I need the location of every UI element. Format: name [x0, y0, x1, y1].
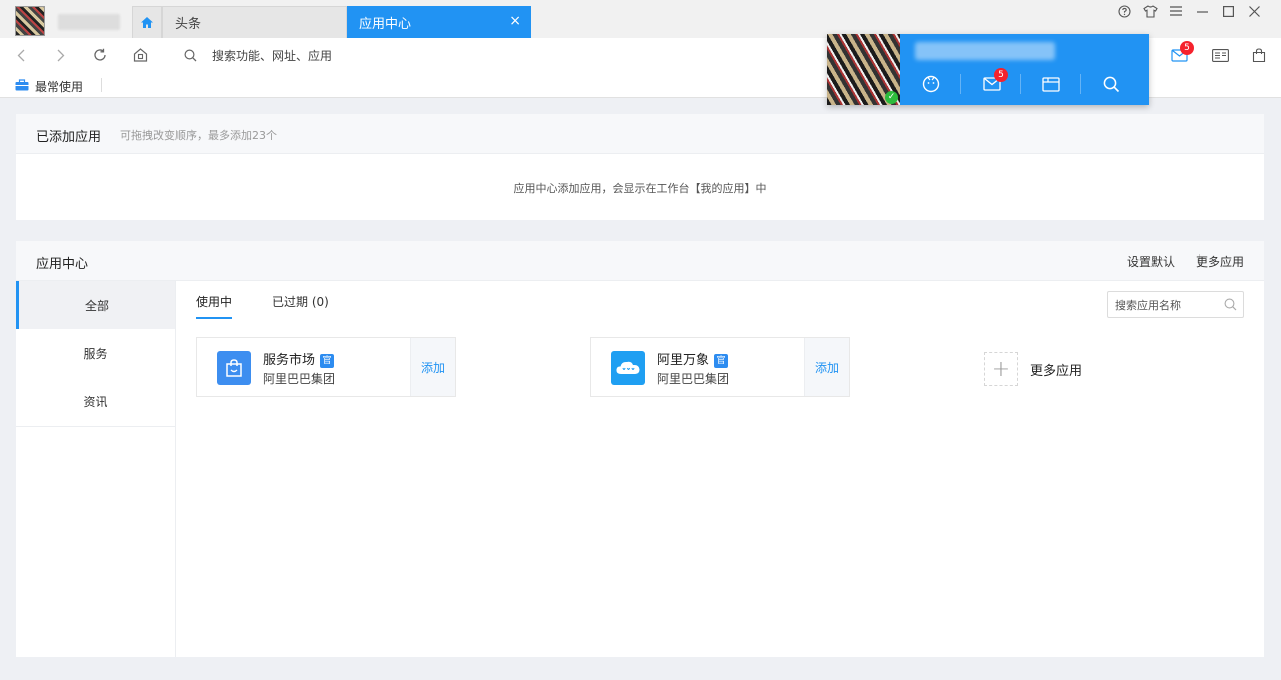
card-icon[interactable]: [1211, 46, 1231, 64]
title-bar: 头条 应用中心 ×: [0, 0, 1281, 38]
back-icon[interactable]: [12, 46, 30, 64]
mail-icon[interactable]: 5: [1170, 41, 1194, 64]
online-check-icon: ✓: [885, 91, 898, 104]
added-apps-title: 已添加应用: [36, 130, 102, 145]
official-badge: 官: [714, 354, 729, 368]
app-name-text: 服务市场: [263, 353, 316, 368]
app-card-ali-wanxiang[interactable]: 阿里万象官 阿里巴巴集团 添加: [590, 337, 850, 397]
app-center-title: 应用中心: [36, 257, 89, 272]
menu-icon[interactable]: [1167, 2, 1185, 20]
popup-search-icon[interactable]: [1100, 74, 1122, 94]
more-apps-label: 更多应用: [1030, 363, 1083, 379]
emoji-face-icon[interactable]: [920, 74, 942, 94]
app-center-header: 应用中心 设置默认 更多应用: [16, 241, 1264, 281]
added-apps-empty-message: 应用中心添加应用，会显示在工作台【我的应用】中: [513, 182, 767, 195]
shopping-bag-icon: [217, 351, 251, 385]
app-name-text: 阿里万象: [657, 353, 710, 368]
bag-icon[interactable]: [1250, 46, 1270, 64]
sidebar-item-label: 资讯: [83, 394, 108, 409]
username-blurred: [58, 14, 120, 30]
added-apps-header: 已添加应用 可拖拽改变顺序，最多添加23个: [16, 114, 1264, 154]
popup-divider: [1020, 74, 1021, 94]
app-search-box: [1107, 291, 1244, 318]
tab-in-use[interactable]: 使用中: [196, 293, 232, 310]
address-search-input[interactable]: 搜索功能、网址、应用: [212, 47, 332, 64]
app-center-panel: 应用中心 设置默认 更多应用 全部 服务 资讯 使用中 已过期 (0) 服务市场…: [16, 241, 1264, 657]
sidebar-item-label: 服务: [83, 346, 108, 361]
close-icon[interactable]: [1245, 2, 1263, 20]
popup-username-blurred: [915, 42, 1055, 60]
tab-label: 头条: [175, 17, 202, 32]
close-tab-icon[interactable]: ×: [509, 14, 521, 28]
added-apps-hint: 可拖拽改变顺序，最多添加23个: [120, 129, 277, 142]
tab-toutiao[interactable]: 头条: [162, 6, 347, 38]
window-controls: [1115, 2, 1263, 20]
add-app-button[interactable]: 添加: [410, 338, 455, 396]
briefcase-icon: [15, 79, 29, 91]
maximize-icon[interactable]: [1219, 2, 1237, 20]
added-apps-panel: 已添加应用 可拖拽改变顺序，最多添加23个 应用中心添加应用，会显示在工作台【我…: [16, 114, 1264, 220]
sidebar-item-label: 全部: [84, 298, 109, 313]
category-sidebar: 全部 服务 资讯: [16, 281, 176, 657]
app-card-service-market[interactable]: 服务市场官 阿里巴巴集团 添加: [196, 337, 456, 397]
search-icon[interactable]: [1224, 298, 1237, 311]
sidebar-item-all[interactable]: 全部: [16, 281, 175, 329]
tab-label: 应用中心: [359, 16, 412, 32]
add-app-button[interactable]: 添加: [804, 338, 849, 396]
bookmark-divider: [101, 78, 102, 92]
popup-divider: [1080, 74, 1081, 94]
official-badge: 官: [320, 354, 335, 368]
user-avatar[interactable]: [15, 6, 45, 36]
more-apps-tile[interactable]: + 更多应用: [984, 352, 1082, 386]
home-icon: [141, 17, 153, 28]
active-tab-underline: [196, 317, 232, 319]
tab-app-center[interactable]: 应用中心 ×: [347, 6, 531, 38]
app-org: 阿里巴巴集团: [263, 372, 336, 386]
app-name: 服务市场官: [263, 349, 335, 368]
home-page-icon[interactable]: [131, 46, 149, 64]
browser-window-icon[interactable]: [1040, 74, 1062, 94]
tab-home[interactable]: [132, 6, 162, 38]
minimize-icon[interactable]: [1193, 2, 1211, 20]
search-icon: [181, 46, 199, 64]
sidebar-item-news[interactable]: 资讯: [16, 377, 175, 425]
popup-mail-badge: 5: [994, 68, 1008, 82]
mail-badge: 5: [1180, 41, 1194, 55]
cloud-chat-icon: [611, 351, 645, 385]
more-apps-link[interactable]: 更多应用: [1196, 253, 1244, 270]
tab-expired[interactable]: 已过期 (0): [272, 293, 329, 310]
app-search-input[interactable]: [1115, 297, 1225, 313]
popup-divider: [960, 74, 961, 94]
bookmark-most-used[interactable]: 最常使用: [35, 78, 83, 95]
refresh-icon[interactable]: [91, 46, 109, 64]
set-default-link[interactable]: 设置默认: [1127, 253, 1175, 270]
forward-icon[interactable]: [52, 46, 70, 64]
sidebar-item-service[interactable]: 服务: [16, 329, 175, 377]
plus-icon: +: [984, 352, 1018, 386]
skin-icon[interactable]: [1141, 2, 1159, 20]
user-popup: ✓ 5: [827, 34, 1149, 105]
popup-mail-icon[interactable]: 5: [981, 68, 1008, 94]
sidebar-divider: [16, 426, 175, 427]
app-name: 阿里万象官: [657, 349, 729, 368]
app-org: 阿里巴巴集团: [657, 372, 730, 386]
help-icon[interactable]: [1115, 2, 1133, 20]
